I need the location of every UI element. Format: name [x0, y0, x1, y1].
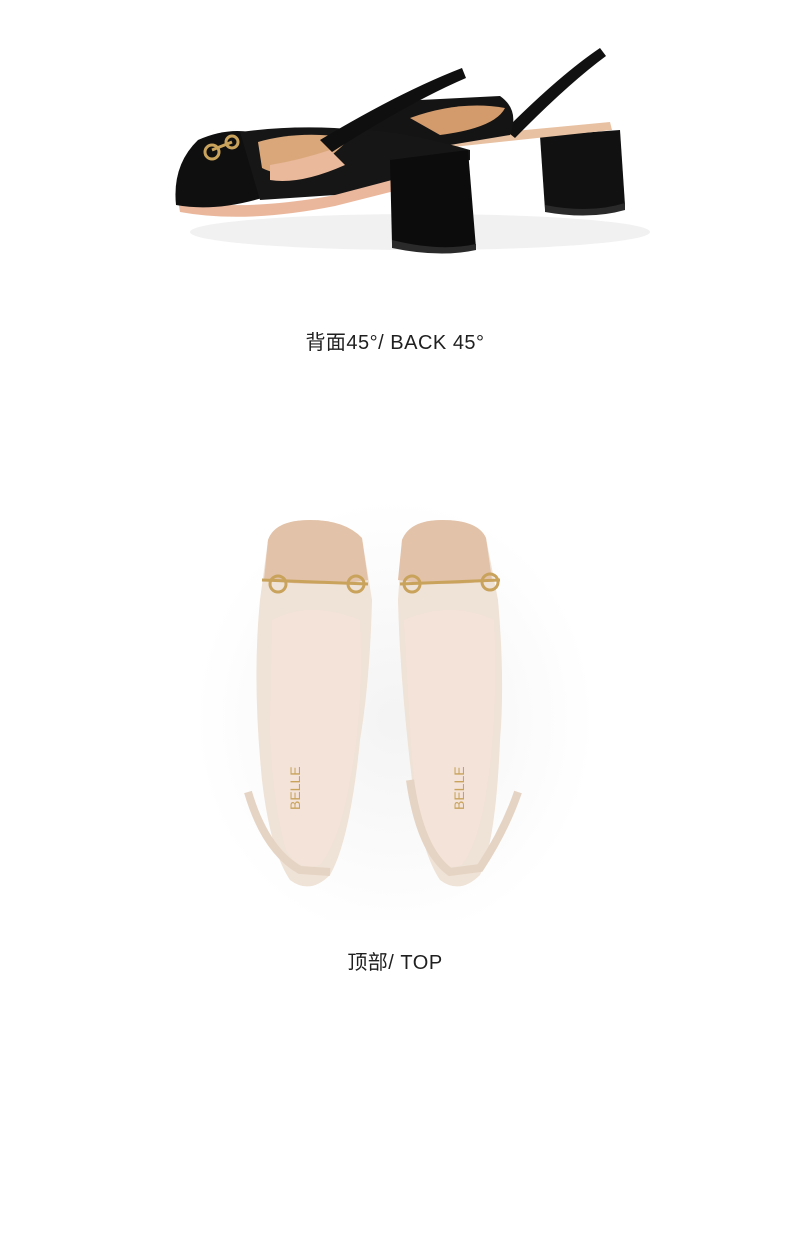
- top-view-section: BELLE BELLE 顶部/ TOP: [0, 480, 790, 1000]
- back-45-caption: 背面45°/ BACK 45°: [305, 332, 485, 354]
- back-view-section: 背面45°/ BACK 45°: [0, 0, 790, 400]
- top-view-caption: 顶部/ TOP: [347, 952, 443, 974]
- svg-text:BELLE: BELLE: [287, 766, 303, 810]
- back-45-shoe-image: [0, 0, 790, 300]
- svg-text:BELLE: BELLE: [451, 766, 467, 810]
- top-view-shoe-image: BELLE BELLE: [0, 480, 790, 920]
